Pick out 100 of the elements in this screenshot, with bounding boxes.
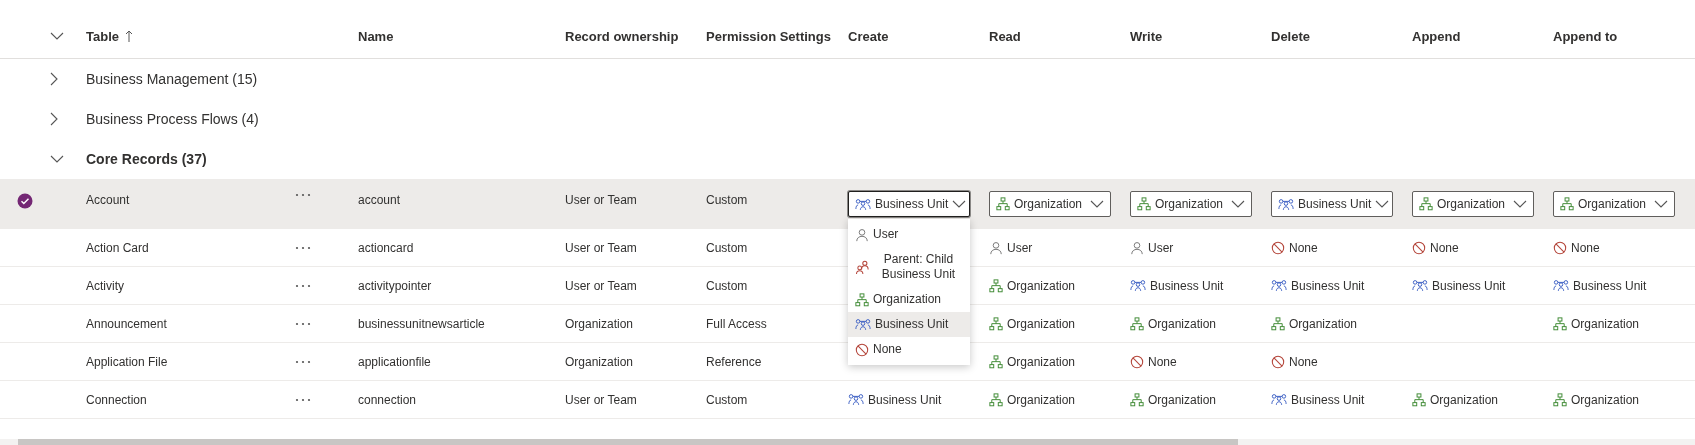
table-cell: Announcement [86, 316, 167, 331]
chevron-down-icon[interactable] [50, 155, 64, 163]
access-level: Business Unit [1291, 278, 1365, 293]
table-cell: Custom [706, 240, 748, 255]
team-icon [1271, 279, 1287, 292]
access-level: User [1148, 240, 1174, 255]
column-header[interactable]: Append [1412, 28, 1461, 44]
hierarchy-icon [1130, 392, 1144, 407]
hierarchy-icon [1553, 316, 1567, 331]
access-level: Business Unit [1432, 278, 1506, 293]
chevron-down-icon[interactable] [1231, 200, 1245, 208]
expand-all-icon[interactable] [50, 32, 64, 40]
access-dropdown[interactable]: Business Unit [1271, 191, 1393, 217]
hierarchy-icon [855, 292, 869, 307]
more-icon[interactable] [295, 321, 311, 326]
access-level: Organization [1430, 392, 1499, 407]
table-cell: User or Team [565, 278, 637, 293]
access-dropdown[interactable]: Organization [989, 191, 1111, 217]
access-level: Organization [1571, 392, 1640, 407]
row-checkbox[interactable] [17, 193, 33, 209]
team-icon [1278, 197, 1294, 211]
access-level: Business Unit [1291, 392, 1365, 407]
table-cell: User or Team [565, 193, 637, 207]
table-cell: Account [86, 193, 130, 207]
access-level: Organization [1289, 316, 1358, 331]
hierarchy-icon [989, 316, 1003, 331]
blocked-icon [855, 342, 869, 357]
table-cell: connection [358, 392, 417, 407]
table-cell: Action Card [86, 240, 149, 255]
column-header[interactable]: Write [1130, 28, 1163, 44]
hierarchy-icon [1419, 197, 1433, 211]
hierarchy-icon [1560, 197, 1574, 211]
sort-arrow-icon [125, 30, 133, 42]
table-cell: Custom [706, 392, 748, 407]
user-icon [855, 227, 869, 242]
column-header[interactable]: Create [848, 28, 889, 44]
access-dropdown[interactable]: Organization [1553, 191, 1675, 217]
table-cell: Organization [565, 316, 634, 331]
access-level: Organization [1148, 316, 1217, 331]
access-level: Business Unit [1150, 278, 1224, 293]
menu-option[interactable]: Business Unit [848, 312, 970, 337]
table-cell: User or Team [565, 240, 637, 255]
more-icon[interactable] [295, 397, 311, 402]
people-icon [855, 259, 870, 275]
more-icon[interactable] [295, 193, 311, 197]
table-cell: Custom [706, 278, 748, 293]
access-level: None [1430, 240, 1459, 255]
blocked-icon [1553, 240, 1567, 255]
table-row[interactable]: Connection connection User or Team Custom Business Unit Organization Organization Business Unit Organization Organization [0, 381, 1695, 419]
hierarchy-icon [989, 392, 1003, 407]
team-icon [1412, 279, 1428, 292]
column-header[interactable]: Record ownership [565, 28, 679, 44]
hierarchy-icon [989, 354, 1003, 369]
access-level: Organization [1571, 316, 1640, 331]
group-header[interactable]: Core Records (37) [86, 151, 207, 167]
chevron-right-icon[interactable] [50, 72, 58, 86]
column-header[interactable]: Table [86, 28, 133, 44]
access-level: Organization [1148, 392, 1217, 407]
chevron-down-icon[interactable] [1654, 200, 1668, 208]
column-header[interactable]: Read [989, 28, 1021, 44]
hierarchy-icon [1130, 316, 1144, 331]
chevron-down-icon[interactable] [952, 200, 967, 208]
access-dropdown[interactable]: Organization [1130, 191, 1252, 217]
table-cell: activitypointer [358, 278, 432, 293]
more-icon[interactable] [295, 283, 311, 288]
access-level: None [1289, 240, 1318, 255]
blocked-icon [1271, 240, 1285, 255]
access-level: Business Unit [1573, 278, 1647, 293]
access-level: Organization [1007, 316, 1076, 331]
more-icon[interactable] [295, 245, 311, 250]
column-header[interactable]: Append to [1553, 28, 1618, 44]
group-header[interactable]: Business Process Flows (4) [86, 111, 259, 127]
team-icon [855, 197, 871, 211]
access-level: Organization [1007, 392, 1076, 407]
table-cell: account [358, 193, 401, 207]
access-dropdown[interactable]: Business Unit [848, 191, 970, 217]
chevron-right-icon[interactable] [50, 112, 58, 126]
scrollbar[interactable] [0, 439, 1695, 445]
chevron-down-icon[interactable] [1375, 200, 1390, 208]
blocked-icon [1271, 354, 1285, 369]
hierarchy-icon [1412, 392, 1426, 407]
chevron-down-icon[interactable] [1513, 200, 1527, 208]
table-cell: businessunitnewsarticle [358, 316, 485, 331]
hierarchy-icon [1553, 392, 1567, 407]
more-icon[interactable] [295, 359, 311, 364]
column-header[interactable]: Name [358, 28, 394, 44]
user-icon [1130, 240, 1144, 255]
table-cell: Connection [86, 392, 147, 407]
blocked-icon [1130, 354, 1144, 369]
team-icon [1130, 279, 1146, 292]
column-header[interactable]: Permission Settings [706, 28, 831, 44]
table-cell: Activity [86, 278, 124, 293]
blocked-icon [1412, 240, 1426, 255]
hierarchy-icon [1137, 197, 1151, 211]
team-icon [855, 318, 871, 331]
table-cell: User or Team [565, 392, 637, 407]
column-header[interactable]: Delete [1271, 28, 1311, 44]
access-dropdown[interactable]: Organization [1412, 191, 1534, 217]
chevron-down-icon[interactable] [1090, 200, 1104, 208]
group-header[interactable]: Business Management (15) [86, 71, 258, 87]
